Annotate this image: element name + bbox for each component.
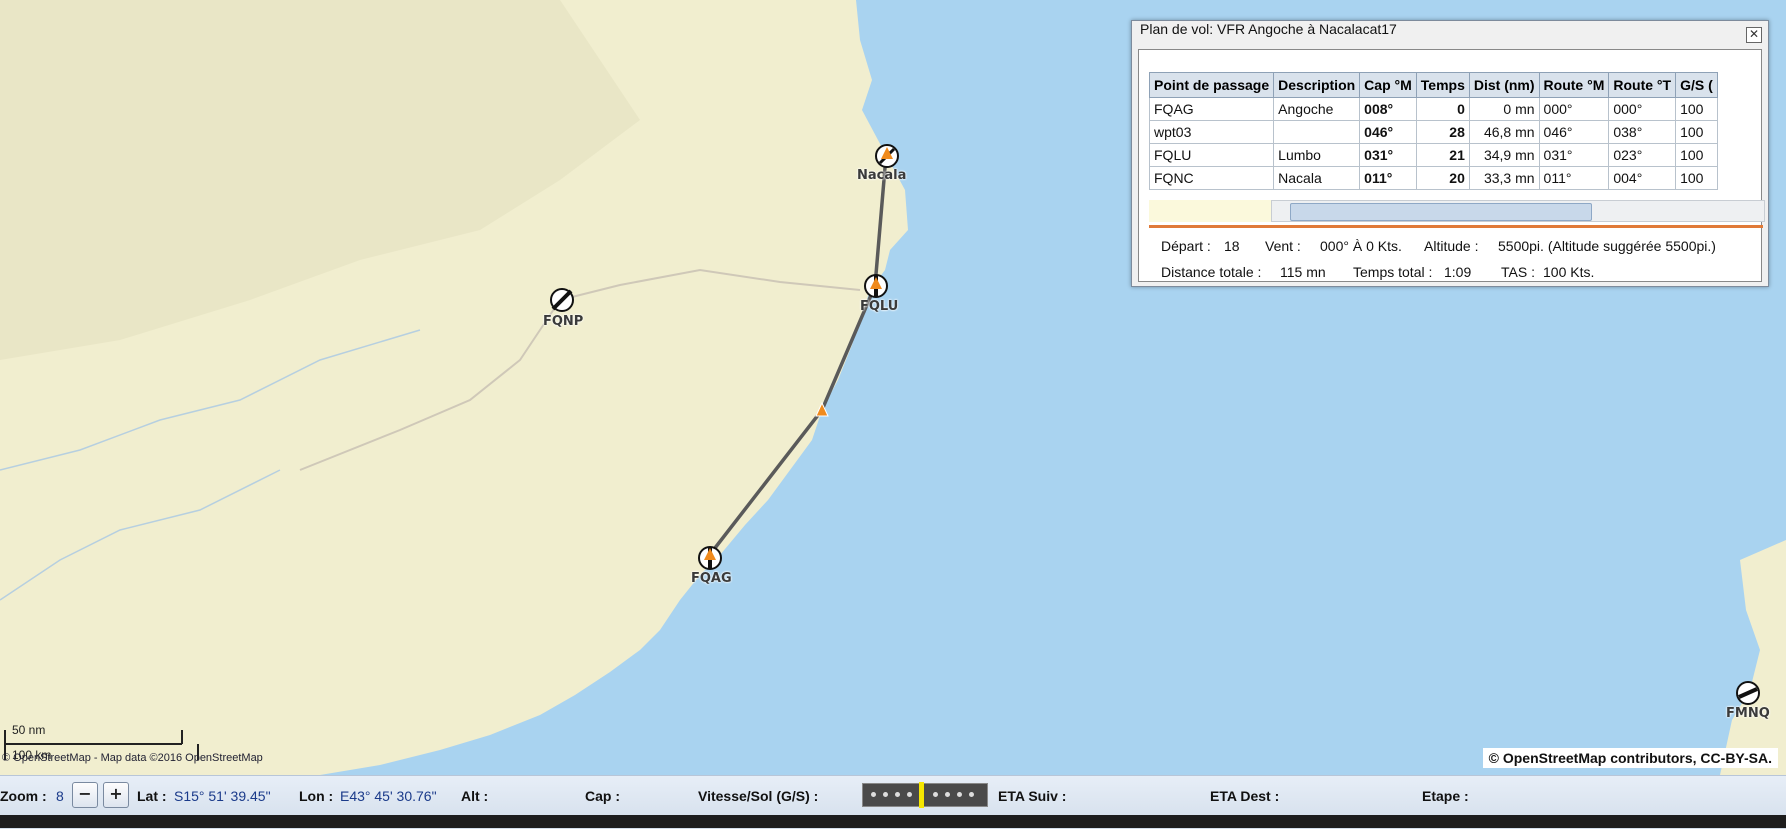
cell-point[interactable]: FQNC: [1149, 166, 1275, 190]
cell-gs[interactable]: 100: [1675, 120, 1718, 144]
cell-dist[interactable]: 0 mn: [1468, 97, 1540, 121]
waypoint-nacala[interactable]: [875, 144, 899, 168]
column-header[interactable]: Route °T: [1608, 72, 1677, 98]
cell-route-m[interactable]: 011°: [1538, 166, 1610, 190]
cell-description[interactable]: Lumbo: [1273, 143, 1361, 167]
waypoint-fqag[interactable]: [698, 546, 722, 570]
vent-value: 000° À 0 Kts.: [1320, 238, 1402, 254]
cell-description[interactable]: Nacala: [1273, 166, 1361, 190]
temps-total-value: 1:09: [1444, 264, 1472, 280]
flight-plan-window[interactable]: Plan de vol: VFR Angoche à Nacalacat17 ✕…: [1131, 20, 1769, 287]
replay-slider[interactable]: [862, 782, 988, 808]
taskbar-strip: [0, 815, 1786, 828]
cell-dist[interactable]: 34,9 mn: [1468, 143, 1540, 167]
column-header[interactable]: Route °M: [1538, 72, 1610, 98]
waypoint-label-fqag: FQAG: [691, 571, 732, 586]
cell-route-t[interactable]: 038°: [1608, 120, 1677, 144]
cell-cap[interactable]: 031°: [1359, 143, 1417, 167]
column-header[interactable]: G/S (: [1675, 72, 1718, 98]
table-row[interactable]: FQAG Angoche 008° 0 0 mn 000° 000° 100: [1149, 97, 1718, 121]
cell-description[interactable]: Angoche: [1273, 97, 1361, 121]
zoom-label: Zoom :: [0, 788, 47, 804]
close-icon[interactable]: ✕: [1746, 27, 1762, 43]
alt-label: Alt :: [461, 788, 489, 804]
column-header[interactable]: Point de passage: [1149, 72, 1275, 98]
depart-value: 18: [1224, 238, 1240, 254]
lat-label: Lat :: [137, 788, 167, 804]
lon-value: E43° 45' 30.76": [340, 788, 437, 804]
column-header[interactable]: Dist (nm): [1468, 72, 1540, 98]
cell-gs[interactable]: 100: [1675, 143, 1718, 167]
cell-point[interactable]: wpt03: [1149, 120, 1275, 144]
distance-value: 115 mn: [1280, 264, 1326, 280]
lat-value: S15° 51' 39.45": [174, 788, 271, 804]
cell-route-m[interactable]: 046°: [1538, 120, 1610, 144]
waypoint-fqnp[interactable]: [550, 288, 574, 312]
cap-label: Cap :: [585, 788, 620, 804]
column-header[interactable]: Temps: [1415, 72, 1470, 98]
scrollbar-thumb[interactable]: [1290, 203, 1592, 221]
vitesse-label: Vitesse/Sol (G/S) :: [698, 788, 819, 804]
zoom-in-button[interactable]: +: [103, 782, 129, 808]
cell-route-t[interactable]: 004°: [1608, 166, 1677, 190]
eta-suiv-label: ETA Suiv :: [998, 788, 1067, 804]
waypoint-table: Point de passage Description Cap °M Temp…: [1149, 72, 1718, 190]
flight-plan-body: Point de passage Description Cap °M Temp…: [1138, 49, 1765, 282]
lon-label: Lon :: [299, 788, 334, 804]
cell-temps[interactable]: 20: [1415, 166, 1470, 190]
cell-temps[interactable]: 28: [1415, 120, 1470, 144]
cell-gs[interactable]: 100: [1675, 166, 1718, 190]
cell-route-t[interactable]: 000°: [1608, 97, 1677, 121]
waypoint-fmnq[interactable]: [1736, 681, 1760, 705]
cell-route-m[interactable]: 031°: [1538, 143, 1610, 167]
waypoint-fqlu[interactable]: [864, 274, 888, 298]
tas-value: 100 Kts.: [1543, 264, 1595, 280]
map-attribution-small: © OpenStreetMap - Map data ©2016 OpenStr…: [2, 752, 263, 764]
table-row[interactable]: FQNC Nacala 011° 20 33,3 mn 011° 004° 10…: [1149, 166, 1718, 190]
cell-route-t[interactable]: 023°: [1608, 143, 1677, 167]
waypoint-label-fqnp: FQNP: [543, 314, 584, 329]
eta-dest-label: ETA Dest :: [1210, 788, 1280, 804]
scale-nm-label: 50 nm: [12, 723, 46, 737]
flight-plan-title: Plan de vol: VFR Angoche à Nacalacat17: [1132, 21, 1768, 49]
waypoint-label-fmnq: FMNQ: [1726, 706, 1770, 721]
table-header-row: Point de passage Description Cap °M Temp…: [1149, 72, 1718, 98]
slider-thumb[interactable]: [919, 782, 924, 808]
altitude-value: 5500pi. (Altitude suggérée 5500pi.): [1498, 238, 1716, 254]
horizontal-scrollbar[interactable]: [1271, 200, 1765, 222]
tas-label: TAS :: [1501, 264, 1535, 280]
cell-dist[interactable]: 33,3 mn: [1468, 166, 1540, 190]
waypoint-label-fqlu: FQLU: [860, 299, 899, 314]
column-header[interactable]: Description: [1273, 72, 1361, 98]
cell-temps[interactable]: 21: [1415, 143, 1470, 167]
cell-temps[interactable]: 0: [1415, 97, 1470, 121]
grid-empty-row: [1149, 200, 1271, 222]
column-header[interactable]: Cap °M: [1359, 72, 1417, 98]
table-row[interactable]: wpt03 046° 28 46,8 mn 046° 038° 100: [1149, 120, 1718, 144]
cell-cap[interactable]: 046°: [1359, 120, 1417, 144]
vent-label: Vent :: [1265, 238, 1301, 254]
temps-total-label: Temps total :: [1353, 264, 1433, 280]
cell-cap[interactable]: 011°: [1359, 166, 1417, 190]
depart-label: Départ :: [1161, 238, 1211, 254]
altitude-label: Altitude :: [1424, 238, 1479, 254]
cell-description[interactable]: [1273, 120, 1361, 144]
cell-route-m[interactable]: 000°: [1538, 97, 1610, 121]
map-attribution: © OpenStreetMap contributors, CC-BY-SA.: [1482, 748, 1778, 768]
table-row[interactable]: FQLU Lumbo 031° 21 34,9 mn 031° 023° 100: [1149, 143, 1718, 167]
cell-point[interactable]: FQLU: [1149, 143, 1275, 167]
zoom-out-button[interactable]: −: [72, 782, 98, 808]
cell-gs[interactable]: 100: [1675, 97, 1718, 121]
cell-dist[interactable]: 46,8 mn: [1468, 120, 1540, 144]
cell-point[interactable]: FQAG: [1149, 97, 1275, 121]
etape-label: Etape :: [1422, 788, 1469, 804]
zoom-value: 8: [56, 788, 64, 804]
cell-cap[interactable]: 008°: [1359, 97, 1417, 121]
waypoint-label-nacala: Nacala: [857, 168, 907, 183]
distance-label: Distance totale :: [1161, 264, 1262, 280]
separator: [1149, 225, 1763, 228]
